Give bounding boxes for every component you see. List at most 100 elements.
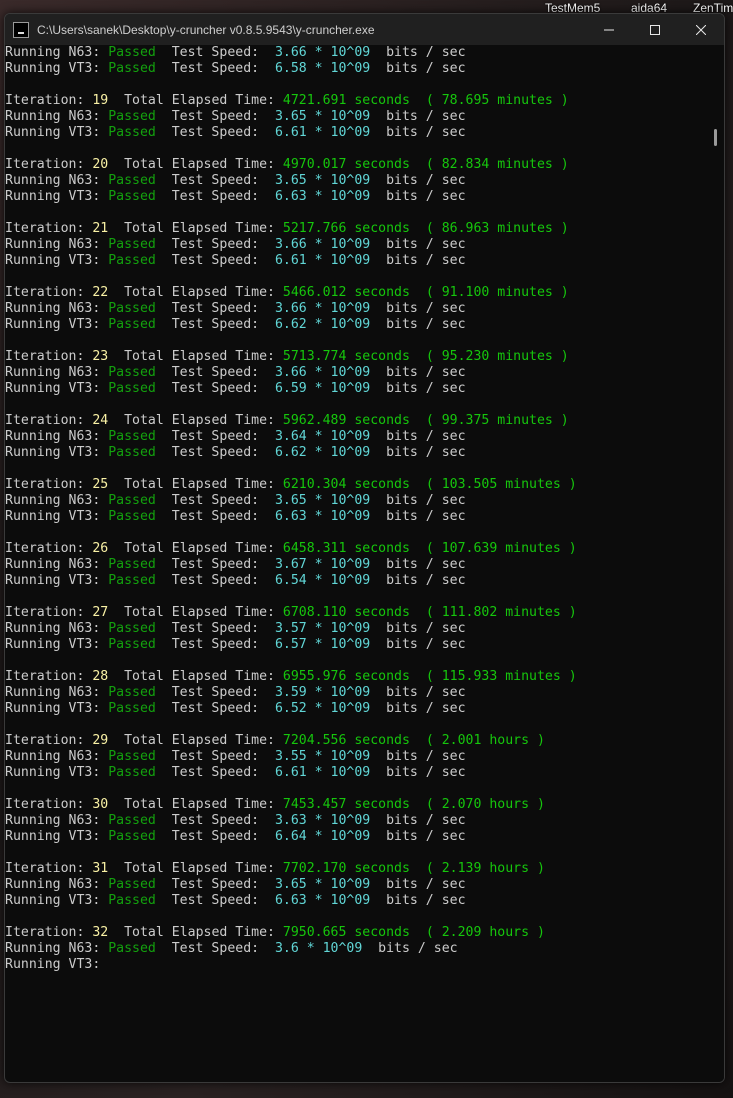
iteration-line: Iteration: 32 Total Elapsed Time: 7950.6… [5,925,708,941]
test-speed-label: Test Speed: [155,829,275,844]
elapsed-label: Total Elapsed Time: [108,733,283,748]
speed-unit: bits / sec [370,253,466,268]
iteration-label: Iteration: [5,413,93,428]
test-result-line: Running VT3: Passed Test Speed: 6.59 * 1… [5,381,708,397]
iteration-number: 26 [92,541,109,556]
test-result-line: Running N63: Passed Test Speed: 3.66 * 1… [5,45,708,61]
elapsed-alt: ( 111.802 minutes ) [409,605,577,620]
passed-status: Passed [108,509,156,524]
elapsed-seconds: 7453.457 seconds [282,797,410,812]
close-icon [696,24,706,35]
passed-status: Passed [108,557,156,572]
minimize-button[interactable] [586,14,632,45]
test-speed-label: Test Speed: [155,893,275,908]
test-result-line: Running N63: Passed Test Speed: 3.57 * 1… [5,621,708,637]
speed-unit: bits / sec [370,45,466,60]
test-name: Running N63: [5,301,109,316]
test-speed-value: 3.63 * 10^09 [274,813,371,828]
test-speed-value: 3.6 * 10^09 [274,941,363,956]
maximize-button[interactable] [632,14,678,45]
test-result-line: Running N63: Passed Test Speed: 3.65 * 1… [5,109,708,125]
speed-unit: bits / sec [370,621,466,636]
iteration-line: Iteration: 23 Total Elapsed Time: 5713.7… [5,349,708,365]
test-speed-label: Test Speed: [155,637,275,652]
test-speed-value: 6.61 * 10^09 [274,765,371,780]
test-name: Running N63: [5,109,109,124]
elapsed-seconds: 7204.556 seconds [282,733,410,748]
passed-status: Passed [108,893,156,908]
title-bar[interactable]: C:\Users\sanek\Desktop\y-cruncher v0.8.5… [5,14,724,45]
test-name: Running VT3: [5,381,109,396]
iteration-line: Iteration: 19 Total Elapsed Time: 4721.6… [5,93,708,109]
test-name: Running VT3: [5,253,109,268]
console-output[interactable]: Running N63: Passed Test Speed: 3.66 * 1… [5,45,708,1082]
test-speed-value: 3.64 * 10^09 [274,429,371,444]
speed-unit: bits / sec [370,429,466,444]
iteration-line: Iteration: 21 Total Elapsed Time: 5217.7… [5,221,708,237]
speed-unit: bits / sec [362,941,458,956]
test-speed-value: 6.63 * 10^09 [274,509,371,524]
test-speed-label: Test Speed: [155,45,275,60]
test-speed-label: Test Speed: [155,109,275,124]
iteration-label: Iteration: [5,541,93,556]
window-controls [586,14,724,45]
test-speed-label: Test Speed: [155,557,275,572]
iteration-label: Iteration: [5,861,93,876]
test-name: Running VT3: [5,573,109,588]
elapsed-alt: ( 2.070 hours ) [409,797,545,812]
scrollbar-thumb[interactable] [714,129,717,146]
test-speed-label: Test Speed: [155,173,275,188]
passed-status: Passed [108,813,156,828]
passed-status: Passed [108,109,156,124]
test-result-line: Running N63: Passed Test Speed: 3.65 * 1… [5,877,708,893]
test-name: Running VT3: [5,701,109,716]
elapsed-alt: ( 103.505 minutes ) [409,477,577,492]
iteration-label: Iteration: [5,669,93,684]
test-speed-label: Test Speed: [155,765,275,780]
close-button[interactable] [678,14,724,45]
test-speed-value: 6.62 * 10^09 [274,317,371,332]
passed-status: Passed [108,877,156,892]
elapsed-label: Total Elapsed Time: [108,157,283,172]
test-speed-value: 6.63 * 10^09 [274,189,371,204]
test-speed-value: 6.59 * 10^09 [274,381,371,396]
elapsed-label: Total Elapsed Time: [108,221,283,236]
elapsed-alt: ( 107.639 minutes ) [409,541,577,556]
speed-unit: bits / sec [370,877,466,892]
speed-unit: bits / sec [370,493,466,508]
test-result-line: Running VT3: Passed Test Speed: 6.63 * 1… [5,893,708,909]
speed-unit: bits / sec [370,813,466,828]
elapsed-alt: ( 2.209 hours ) [409,925,545,940]
test-speed-value: 3.55 * 10^09 [274,749,371,764]
passed-status: Passed [108,621,156,636]
test-speed-value: 6.52 * 10^09 [274,701,371,716]
iteration-number: 19 [92,93,109,108]
passed-status: Passed [108,685,156,700]
iteration-number: 32 [92,925,109,940]
test-name: Running VT3: [5,765,109,780]
passed-status: Passed [108,637,156,652]
elapsed-alt: ( 2.139 hours ) [409,861,545,876]
test-result-line: Running VT3: Passed Test Speed: 6.64 * 1… [5,829,708,845]
elapsed-label: Total Elapsed Time: [108,413,283,428]
test-result-line: Running VT3: Passed Test Speed: 6.62 * 1… [5,445,708,461]
test-name: Running VT3: [5,317,109,332]
elapsed-seconds: 6210.304 seconds [282,477,410,492]
passed-status: Passed [108,429,156,444]
test-speed-value: 6.58 * 10^09 [274,61,371,76]
elapsed-seconds: 6955.976 seconds [282,669,410,684]
vertical-scrollbar[interactable] [708,45,724,1082]
passed-status: Passed [108,317,156,332]
speed-unit: bits / sec [370,189,466,204]
test-speed-label: Test Speed: [155,381,275,396]
iteration-number: 20 [92,157,109,172]
elapsed-seconds: 6708.110 seconds [282,605,410,620]
test-speed-label: Test Speed: [155,685,275,700]
passed-status: Passed [108,765,156,780]
passed-status: Passed [108,381,156,396]
